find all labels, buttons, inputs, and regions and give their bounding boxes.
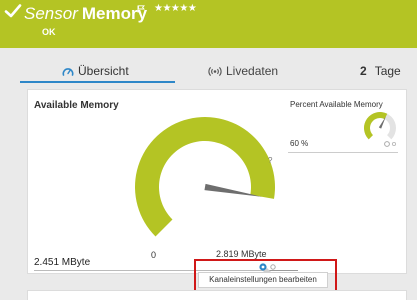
sensor-type-label: Sensor xyxy=(24,4,78,23)
gauge-min-label: 0 xyxy=(151,250,157,260)
tab-overview-label: Übersicht xyxy=(78,64,129,78)
mini-gauge-value: 60 % xyxy=(290,139,309,148)
tab-live-data[interactable]: Livedaten xyxy=(208,64,278,78)
highlight-box xyxy=(194,259,337,294)
gauge-side-label: ? xyxy=(268,156,273,165)
mini-gauge-arc xyxy=(364,112,388,140)
percent-available-memory-card: Percent Available Memory 60 % xyxy=(284,96,404,153)
mini-gear-icon xyxy=(384,141,390,147)
tab-two-days[interactable]: 2 Tage xyxy=(360,64,401,78)
gauge-title: Available Memory xyxy=(34,100,119,111)
mini-gauge-title: Percent Available Memory xyxy=(290,100,383,109)
mini-underline xyxy=(288,152,398,153)
gauge-arc xyxy=(135,117,275,237)
gauge-icon xyxy=(62,68,74,76)
tab-days-label: Tage xyxy=(374,64,401,78)
active-tab-indicator xyxy=(20,81,175,83)
tab-bar: Übersicht Livedaten 2 Tage xyxy=(0,60,417,84)
current-value: 2.451 MByte xyxy=(34,257,91,268)
gauge-max-label: 2.819 MByte xyxy=(216,249,267,259)
priority-stars[interactable]: ★★★★★ xyxy=(154,3,197,15)
sensor-header: Sensor Memory ★★★★★ OK xyxy=(0,0,417,48)
available-memory-gauge xyxy=(135,117,275,237)
tab-live-label: Livedaten xyxy=(226,64,279,78)
next-card xyxy=(27,290,407,300)
tab-days-number: 2 xyxy=(360,64,367,78)
sensor-status: OK xyxy=(42,27,56,37)
sensor-title: Sensor Memory xyxy=(24,4,147,23)
flag-icon[interactable] xyxy=(137,5,145,13)
broadcast-icon xyxy=(208,67,222,76)
available-memory-card: Available Memory ? 0 2.819 MByte 2.451 M… xyxy=(27,89,407,274)
checkmark-icon xyxy=(4,4,22,18)
mini-edit-icons[interactable] xyxy=(384,140,398,148)
mini-pin-icon xyxy=(391,141,397,147)
tab-overview[interactable]: Übersicht xyxy=(62,64,129,78)
